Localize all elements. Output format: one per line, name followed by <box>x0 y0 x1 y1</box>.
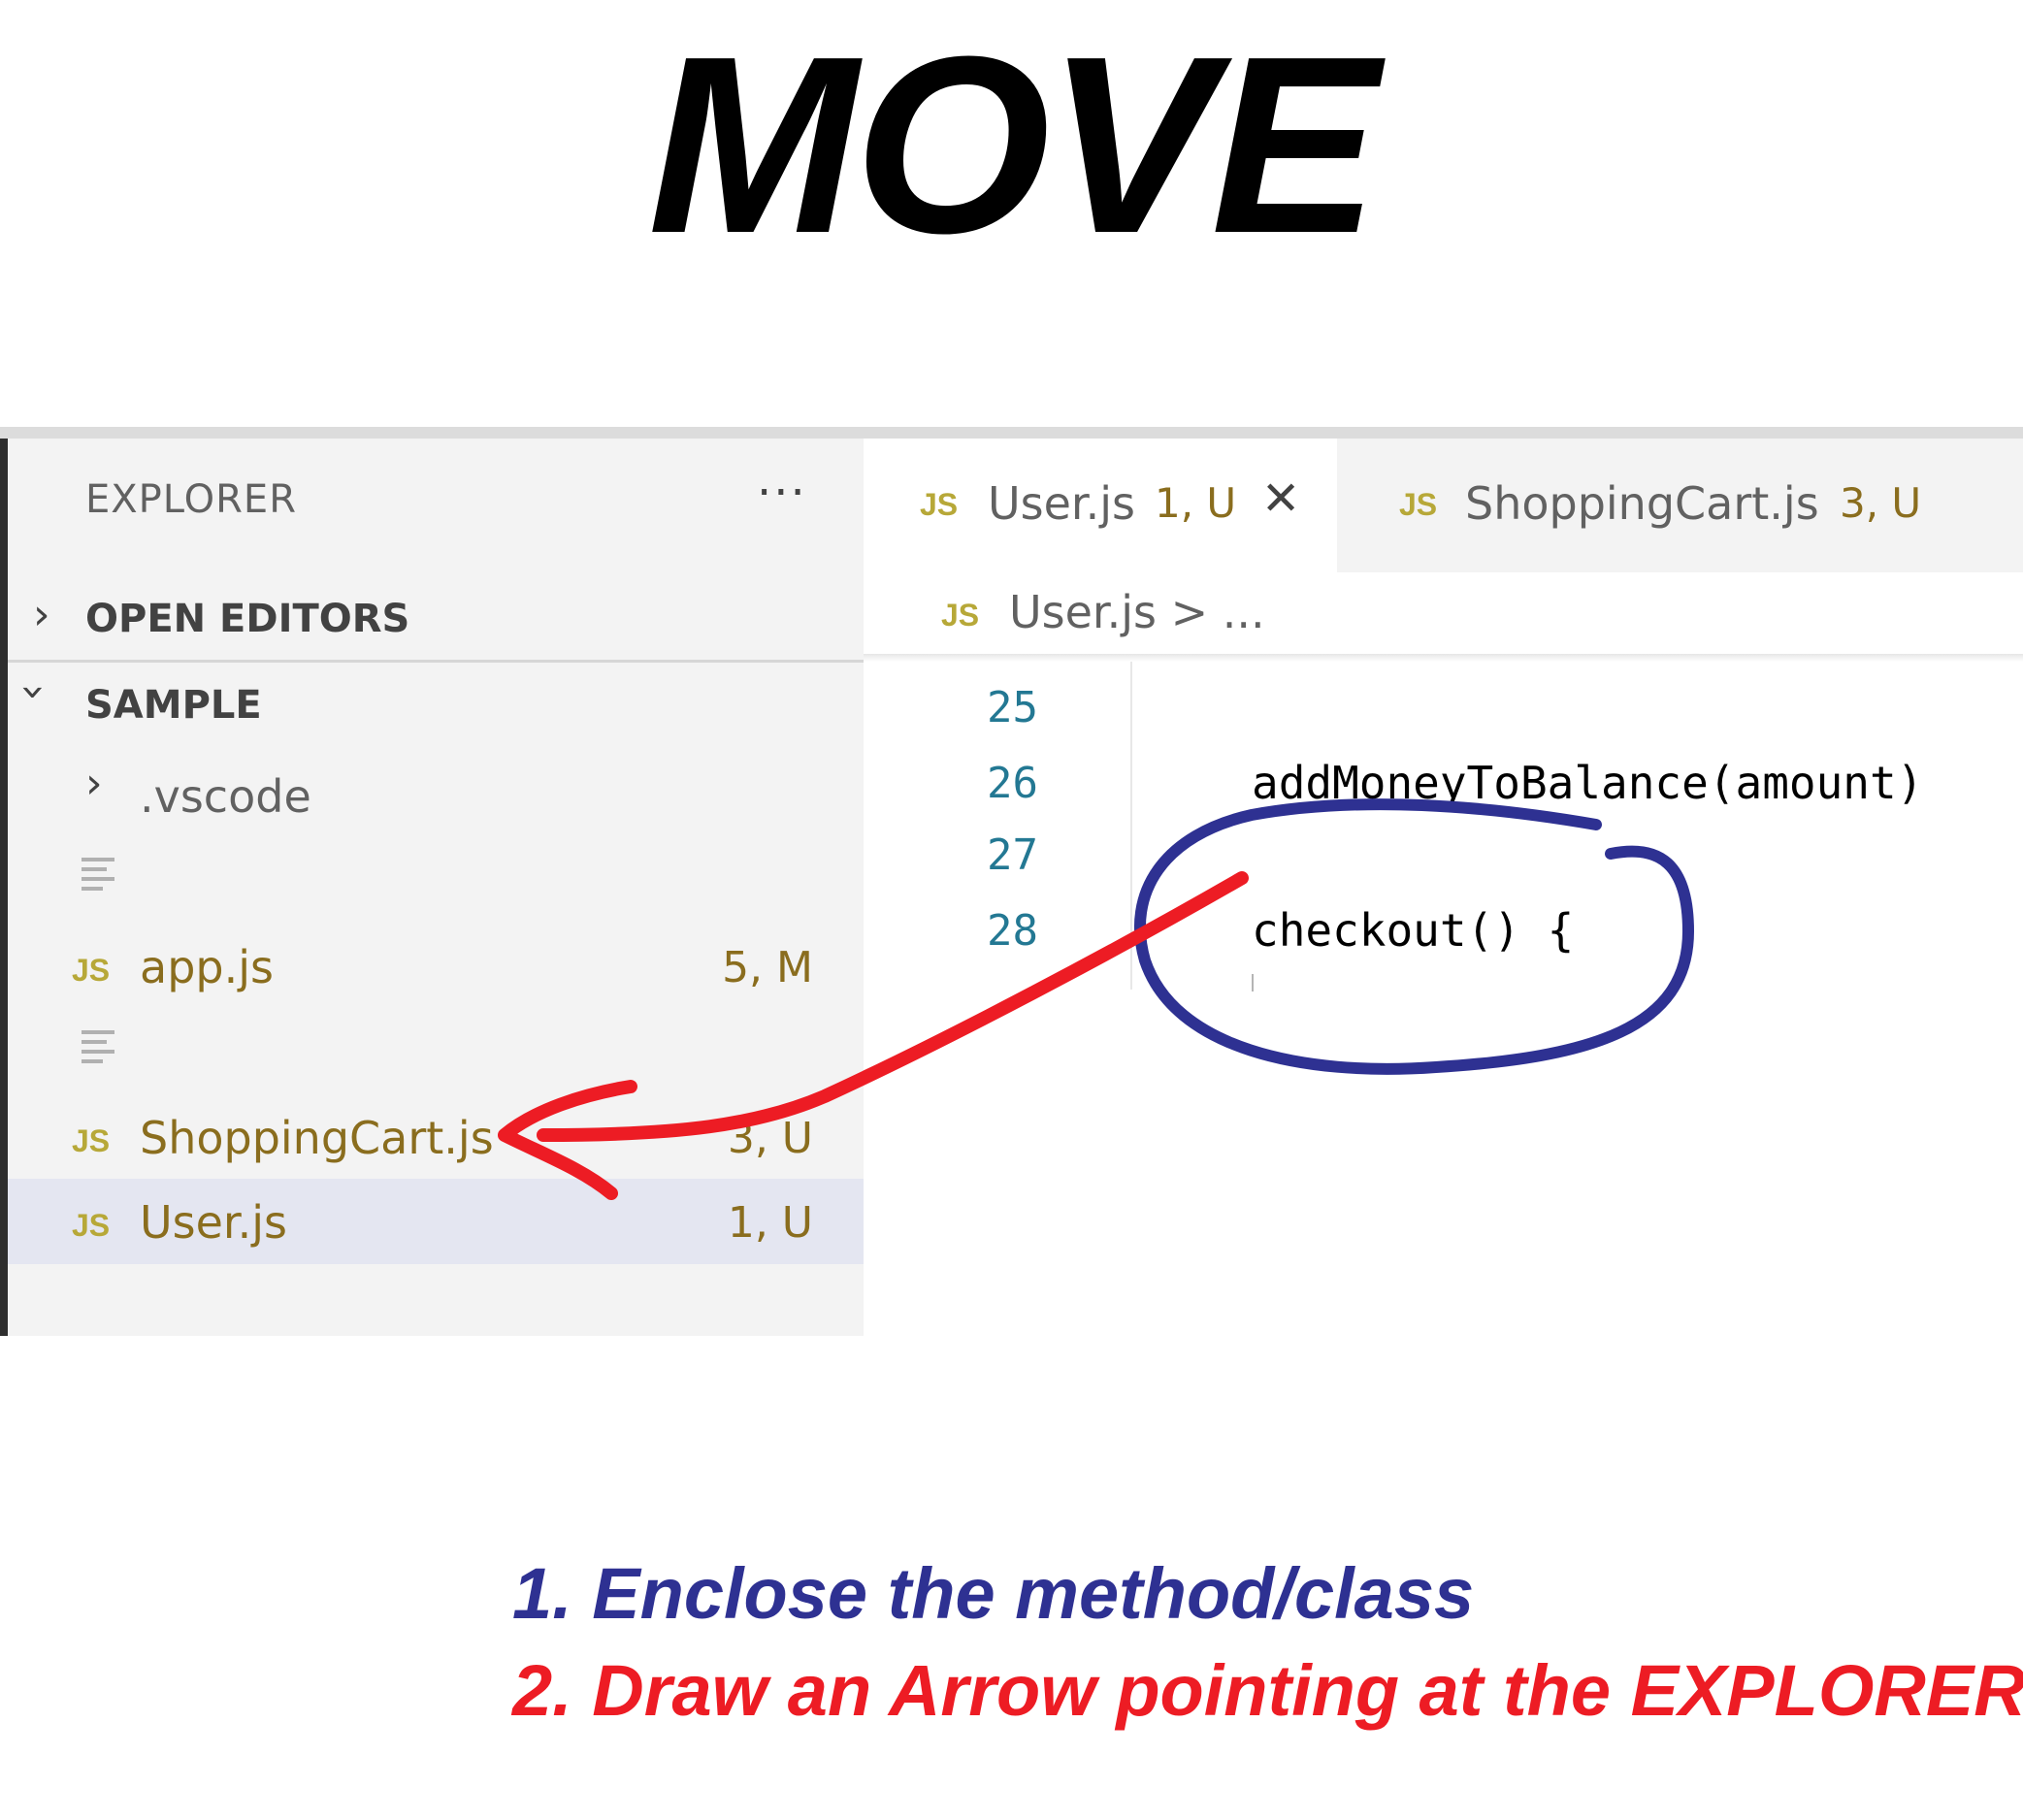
file-name: ShoppingCart.js <box>140 1112 494 1164</box>
breadcrumb-shadow <box>864 654 2023 662</box>
page-heading: MOVE <box>647 5 1380 286</box>
file-item-shoppingcart-js[interactable]: JS ShoppingCart.js 3, U <box>8 1094 864 1180</box>
js-file-icon: JS <box>72 1123 111 1158</box>
line-number: 27 <box>987 830 1038 880</box>
file-item-app-js[interactable]: JS app.js 5, M <box>8 924 864 1009</box>
tab-bar: JS User.js 1, U ✕ JS ShoppingCart.js 3, … <box>864 439 2023 572</box>
instruction-1: 1. Enclose the method/class <box>512 1553 1475 1634</box>
file-name: app.js <box>140 941 274 993</box>
folder-item-vscode[interactable]: › .vscode <box>8 751 864 836</box>
file-name: User.js <box>140 1196 287 1249</box>
explorer-title: EXPLORER <box>85 477 297 522</box>
window-left-border <box>0 439 8 1336</box>
file-status: 3, U <box>727 1114 813 1163</box>
line-number: 25 <box>987 683 1038 732</box>
explorer-sidebar: EXPLORER ··· › OPEN EDITORS › SAMPLE › .… <box>8 439 864 1336</box>
js-file-icon: JS <box>1399 487 1438 522</box>
file-status: 5, M <box>722 943 813 992</box>
code-line[interactable]: checkout() { <box>1252 904 1574 957</box>
instruction-2: 2. Draw an Arrow pointing at the EXPLORE… <box>512 1650 2023 1731</box>
file-lines-icon <box>82 858 114 896</box>
line-number: 26 <box>987 759 1038 808</box>
tab-label: ShoppingCart.js <box>1465 477 1819 530</box>
tab-status: 1, U <box>1155 479 1237 527</box>
tab-status: 3, U <box>1840 479 1922 527</box>
js-file-icon: JS <box>941 598 980 633</box>
js-file-icon: JS <box>72 953 111 988</box>
project-label: SAMPLE <box>85 683 262 728</box>
text-cursor <box>1252 974 1254 991</box>
gutter-divider <box>1130 662 1132 990</box>
file-item-user-js[interactable]: JS User.js 1, U <box>8 1179 864 1264</box>
chevron-down-icon: › <box>9 683 59 701</box>
close-icon[interactable]: ✕ <box>1261 471 1300 526</box>
file-lines-icon <box>82 1030 114 1069</box>
js-file-icon: JS <box>920 487 959 522</box>
file-status: 1, U <box>727 1198 813 1248</box>
chevron-right-icon: › <box>33 590 50 639</box>
editor-area: JS User.js 1, U ✕ JS ShoppingCart.js 3, … <box>864 439 2023 1336</box>
tab-user-js[interactable]: JS User.js 1, U ✕ <box>864 439 1337 572</box>
section-divider <box>8 660 864 663</box>
window-top-border <box>0 427 2023 439</box>
folder-name: .vscode <box>140 770 311 823</box>
chevron-right-icon: › <box>85 759 103 808</box>
more-actions-icon[interactable]: ··· <box>757 466 807 520</box>
js-file-icon: JS <box>72 1208 111 1243</box>
breadcrumb-path: User.js > ... <box>1009 586 1265 638</box>
tab-label: User.js <box>988 477 1135 530</box>
open-editors-label: OPEN EDITORS <box>85 597 410 641</box>
line-number: 28 <box>987 906 1038 956</box>
code-line[interactable]: addMoneyToBalance(amount) <box>1252 757 1923 809</box>
